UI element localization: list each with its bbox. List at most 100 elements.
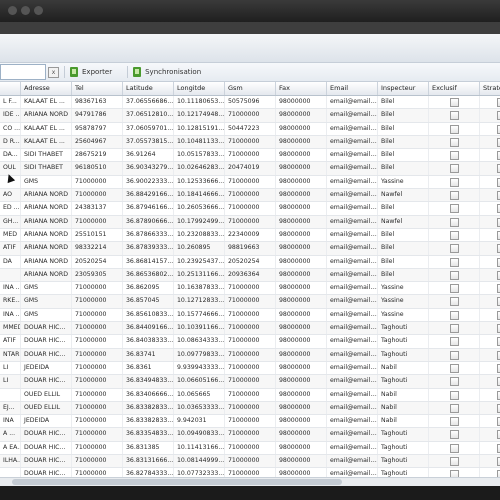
column-header[interactable]: Strategi	[480, 82, 500, 95]
window-maximize-icon[interactable]	[34, 6, 43, 15]
column-header[interactable]	[0, 82, 21, 95]
table-row[interactable]: ILHA... DOUAR HIC... 71000000 36.83131666..…	[0, 455, 500, 469]
table-cell	[0, 388, 21, 401]
column-header[interactable]: Tel	[72, 82, 123, 95]
exclusif-checkbox[interactable]	[450, 217, 459, 227]
exclusif-checkbox[interactable]	[450, 164, 459, 174]
table-cell: 98000000	[276, 335, 327, 348]
table-cell: 36.83131666...	[123, 455, 174, 468]
table-cell: 98000000	[276, 175, 327, 189]
table-cell: 10.23208833...	[174, 228, 225, 242]
table-row[interactable]: GMS 71000000 36.90022333... 10.12533666... 7…	[0, 175, 500, 190]
table-row[interactable]: MED ARIANA NORD 25510151 36.87866333... 10.2…	[0, 228, 500, 243]
column-header[interactable]: Fax	[276, 82, 327, 95]
exclusif-checkbox[interactable]	[450, 257, 459, 267]
table-cell: Taghouti	[378, 322, 429, 335]
table-cell: email@email....	[327, 268, 378, 282]
table-row[interactable]: ED ... ARIANA NORD 24383137 36.87946166... 1…	[0, 202, 500, 216]
table-row[interactable]: ATIF DOUAR HIC... 71000000 36.84038333... 10…	[0, 335, 500, 349]
table-row[interactable]: A ... DOUAR HIC... 71000000 36.83354833... 1…	[0, 428, 500, 442]
column-header[interactable]: Adresse	[21, 82, 72, 95]
table-cell: email@email....	[327, 322, 378, 335]
column-header[interactable]: Exclusif	[429, 82, 480, 95]
table-cell: D R...	[0, 135, 21, 149]
exclusif-checkbox[interactable]	[450, 204, 459, 214]
table-cell: A EA...	[0, 441, 21, 455]
table-cell: 10.08634333...	[174, 335, 225, 348]
exclusif-checkbox[interactable]	[450, 297, 459, 307]
table-cell: ARIANA NORD	[21, 202, 72, 215]
table-cell: 36.90343279...	[123, 162, 174, 175]
exclusif-checkbox[interactable]	[450, 403, 459, 413]
table-row[interactable]: RKE... GMS 71000000 36.857045 10.12712833...…	[0, 295, 500, 309]
exclusif-checkbox[interactable]	[450, 324, 459, 334]
exclusif-checkbox[interactable]	[450, 124, 459, 134]
scrollbar-thumb[interactable]	[12, 479, 342, 485]
table-row[interactable]: INA ... GMS 71000000 36.862095 10.16387833..…	[0, 282, 500, 296]
table-row[interactable]: GH... ARIANA NORD 71000000 36.87890666... 10…	[0, 215, 500, 229]
table-row[interactable]: AO ARIANA NORD 71000000 36.88429166... 10.18…	[0, 189, 500, 203]
synchronisation-button[interactable]: Synchronisation	[133, 67, 201, 77]
exclusif-checkbox[interactable]	[450, 430, 459, 440]
table-row[interactable]: OUED ELLIL 71000000 36.83406666... 10.06566…	[0, 388, 500, 402]
window-minimize-icon[interactable]	[21, 6, 30, 15]
exclusif-checkbox[interactable]	[450, 443, 459, 453]
strategie-cell	[480, 242, 500, 254]
table-row[interactable]: DA... SIDI THABET 28675219 36.91264 10.05157…	[0, 149, 500, 163]
exclusif-checkbox[interactable]	[450, 310, 459, 320]
table-cell: 71000000	[72, 295, 123, 308]
table-row[interactable]: ATIF ARIANA NORD 98332214 36.87839333... 10.…	[0, 242, 500, 256]
table-row[interactable]: OUL SIDI THABET 96180510 36.90343279... 10.0…	[0, 162, 500, 176]
exclusif-checkbox[interactable]	[450, 177, 459, 187]
exclusif-checkbox[interactable]	[450, 350, 459, 360]
window-close-icon[interactable]	[8, 6, 17, 15]
exclusif-checkbox[interactable]	[450, 98, 459, 107]
exclusif-checkbox[interactable]	[450, 244, 459, 254]
table-cell: 71000000	[72, 455, 123, 468]
search-input[interactable]	[0, 64, 46, 80]
table-cell: email@email....	[327, 189, 378, 202]
exclusif-checkbox[interactable]	[450, 417, 459, 427]
table-cell: 10.11180653...	[174, 96, 225, 109]
table-row[interactable]: INA ... GMS 71000000 36.85610833... 10.15774…	[0, 308, 500, 323]
export-button[interactable]: Exporter	[70, 67, 112, 77]
table-row[interactable]: LI JEDEIDA 71000000 36.8361 9.939943333... 71…	[0, 361, 500, 376]
clear-search-icon[interactable]: x	[48, 66, 59, 78]
exclusif-checkbox[interactable]	[450, 337, 459, 347]
table-row[interactable]: IDE ... ARIANA NORD 94791786 37.06512810...…	[0, 109, 500, 123]
table-row[interactable]: L F... KALAAT EL ... 98367163 37.06556686..…	[0, 96, 500, 110]
table-row[interactable]: A EA...DOUAR HIC...7100000036.83138510.1…	[0, 441, 500, 456]
column-header[interactable]: Inspecteur	[378, 82, 429, 95]
column-header[interactable]: Email	[327, 82, 378, 95]
table-cell: 71000000	[225, 322, 276, 335]
exclusif-checkbox[interactable]	[450, 363, 459, 373]
table-row[interactable]: DA ARIANA NORD 20520254 36.86814157... 10.23…	[0, 255, 500, 269]
exclusif-checkbox[interactable]	[450, 390, 459, 400]
table-cell: KALAAT EL ...	[21, 135, 72, 149]
table-cell: 71000000	[72, 308, 123, 322]
table-row[interactable]: CO ... KALAAT EL ... 95878797 37.06059701..…	[0, 122, 500, 136]
exclusif-checkbox[interactable]	[450, 230, 459, 240]
exclusif-checkbox[interactable]	[450, 151, 459, 161]
exclusif-checkbox[interactable]	[450, 191, 459, 201]
table-row[interactable]: NTAR DOUAR HIC... 71000000 36.83741 10.09779…	[0, 348, 500, 362]
table-cell: 98000000	[276, 348, 327, 361]
column-header[interactable]: Longitde	[174, 82, 225, 95]
column-header[interactable]: Gsm	[225, 82, 276, 95]
table-cell: 9.942031	[174, 415, 225, 428]
table-row[interactable]: INA JEDEIDA 71000000 36.83382833... 9.942031…	[0, 415, 500, 429]
exclusif-checkbox[interactable]	[450, 111, 459, 121]
table-row[interactable]: D R... KALAAT EL ... 25604967 37.05573815..…	[0, 135, 500, 150]
table-row[interactable]: LI DOUAR HIC... 71000000 36.83494833... 10.0…	[0, 375, 500, 389]
column-header[interactable]: Latitude	[123, 82, 174, 95]
exclusif-checkbox[interactable]	[450, 284, 459, 294]
table-cell: email@email....	[327, 109, 378, 122]
table-row[interactable]: MMED DOUAR HIC... 71000000 36.84409166... 10…	[0, 322, 500, 336]
exclusif-checkbox[interactable]	[450, 457, 459, 467]
table-cell: 98000000	[276, 189, 327, 202]
exclusif-checkbox[interactable]	[450, 270, 459, 280]
exclusif-checkbox[interactable]	[450, 377, 459, 387]
table-row[interactable]: ARIANA NORD 23059305 36.86536802... 10.2513…	[0, 268, 500, 283]
table-row[interactable]: EJ... OUED ELLIL 71000000 36.83382833... 10.…	[0, 401, 500, 416]
exclusif-checkbox[interactable]	[450, 137, 459, 147]
